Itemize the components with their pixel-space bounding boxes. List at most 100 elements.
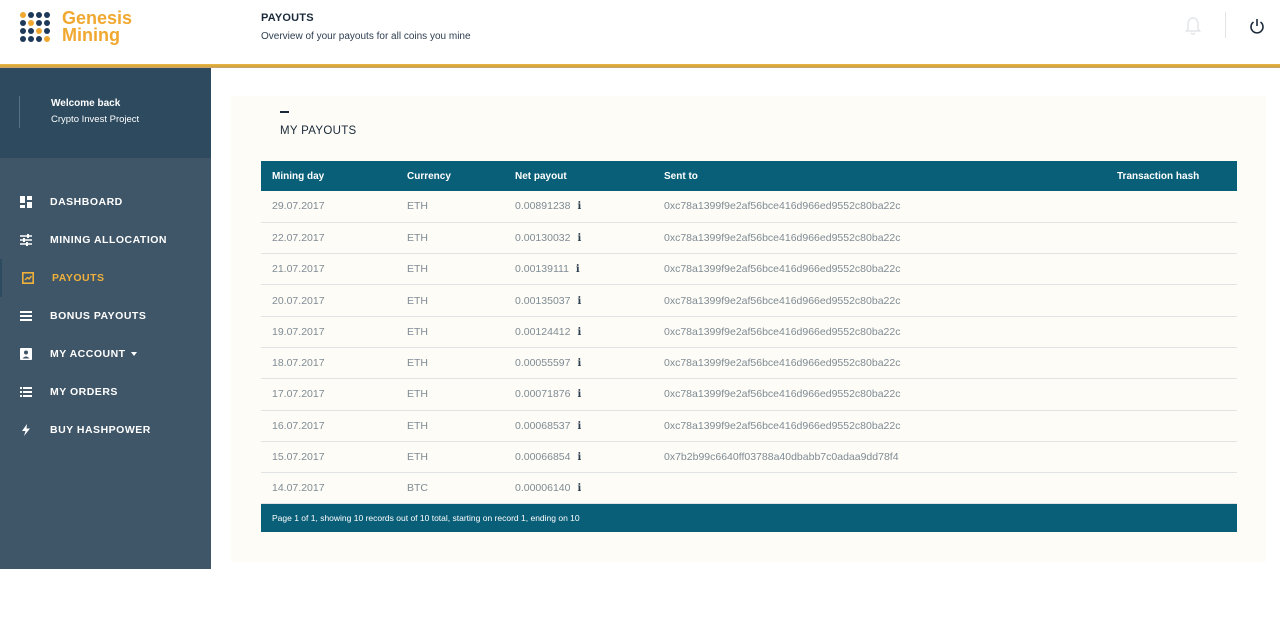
currency-cell: ETH xyxy=(396,253,504,286)
info-icon[interactable]: i xyxy=(576,264,580,275)
net-payout-cell-text: 0.00124412 xyxy=(515,325,571,338)
sliders-icon xyxy=(19,234,32,247)
power-icon[interactable] xyxy=(1249,17,1265,35)
net-payout-cell: 0.00068537 i xyxy=(504,410,653,442)
section-title: MY PAYOUTS xyxy=(280,125,357,137)
sidebar-item-label: MY ORDERS xyxy=(50,386,118,398)
currency-cell: ETH xyxy=(396,378,504,411)
info-icon[interactable]: i xyxy=(577,201,581,212)
column-header-currency[interactable]: Currency xyxy=(396,161,504,191)
genesis-mining-logo[interactable]: Genesis Mining xyxy=(20,9,132,45)
sent-to-cell: 0xc78a1399f9e2af56bce416d966ed9552c80ba2… xyxy=(653,347,1106,380)
table-header-row: Mining day Currency Net payout Sent to T… xyxy=(261,161,1237,191)
mining-day-cell: 16.07.2017 xyxy=(261,410,396,442)
page-subtitle: Overview of your payouts for all coins y… xyxy=(261,31,471,42)
sidebar-item-label: MINING ALLOCATION xyxy=(50,234,167,246)
sidebar-item-payouts[interactable]: PAYOUTS xyxy=(0,259,211,297)
table-row: 14.07.2017 BTC 0.00006140 i xyxy=(261,472,1237,505)
column-header-sent-to[interactable]: Sent to xyxy=(653,161,1106,191)
net-payout-cell: 0.00139111 i xyxy=(504,253,653,286)
info-icon[interactable]: i xyxy=(577,483,581,494)
mining-day-cell: 17.07.2017 xyxy=(261,378,396,411)
mining-day-cell-text: 14.07.2017 xyxy=(272,482,325,495)
mining-day-cell: 18.07.2017 xyxy=(261,347,396,380)
transaction-hash-cell xyxy=(1106,222,1237,255)
sidebar-item-my-orders[interactable]: MY ORDERS xyxy=(0,373,211,411)
page-heading: PAYOUTS Overview of your payouts for all… xyxy=(261,12,471,42)
mining-day-cell-text: 16.07.2017 xyxy=(272,419,325,432)
sidebar-item-my-account[interactable]: MY ACCOUNT xyxy=(0,335,211,373)
account-icon xyxy=(19,348,32,361)
currency-cell-text: ETH xyxy=(407,357,428,370)
table-row: 19.07.2017 ETH 0.00124412 i 0xc78a1399f9e2af… xyxy=(261,316,1237,348)
info-icon[interactable]: i xyxy=(577,421,581,432)
currency-cell: ETH xyxy=(396,441,504,474)
sent-to-cell-text: 0x7b2b99c6640ff03788a40dbabb7c0adaa9dd78… xyxy=(664,451,899,464)
net-payout-cell-text: 0.00130032 xyxy=(515,231,571,244)
currency-cell: ETH xyxy=(396,347,504,380)
info-icon[interactable]: i xyxy=(577,452,581,463)
payouts-table: Mining day Currency Net payout Sent to T… xyxy=(261,161,1237,505)
mining-day-cell: 15.07.2017 xyxy=(261,441,396,474)
page-title: PAYOUTS xyxy=(261,12,314,24)
info-icon[interactable]: i xyxy=(577,233,581,244)
payouts-icon xyxy=(21,272,34,285)
currency-cell-text: ETH xyxy=(407,419,428,432)
column-header-net-payout[interactable]: Net payout xyxy=(504,161,653,191)
table-row: 20.07.2017 ETH 0.00135037 i 0xc78a1399f9e2af… xyxy=(261,284,1237,317)
mining-day-cell-text: 22.07.2017 xyxy=(272,231,325,244)
net-payout-cell: 0.00124412 i xyxy=(504,316,653,348)
sent-to-cell-text: 0xc78a1399f9e2af56bce416d966ed9552c80ba2… xyxy=(664,388,901,401)
currency-cell-text: ETH xyxy=(407,200,428,213)
sidebar-item-buy-hashpower[interactable]: BUY HASHPOWER xyxy=(0,411,211,449)
sent-to-cell-text: 0xc78a1399f9e2af56bce416d966ed9552c80ba2… xyxy=(664,357,901,370)
net-payout-cell-text: 0.00891238 xyxy=(515,200,571,213)
sent-to-cell: 0xc78a1399f9e2af56bce416d966ed9552c80ba2… xyxy=(653,191,1106,223)
column-header-mining-day[interactable]: Mining day xyxy=(261,161,396,191)
list-icon xyxy=(19,310,32,323)
sidebar-item-mining-allocation[interactable]: MINING ALLOCATION xyxy=(0,221,211,259)
info-icon[interactable]: i xyxy=(577,358,581,369)
table-row: 15.07.2017 ETH 0.00066854 i 0x7b2b99c6640ff0… xyxy=(261,441,1237,474)
transaction-hash-cell xyxy=(1106,378,1237,411)
mining-day-cell-text: 15.07.2017 xyxy=(272,451,325,464)
net-payout-cell: 0.00891238 i xyxy=(504,191,653,223)
bell-icon[interactable] xyxy=(1185,16,1201,36)
column-header-transaction-hash[interactable]: Transaction hash xyxy=(1106,161,1237,191)
mining-day-cell-text: 19.07.2017 xyxy=(272,325,325,338)
currency-cell: ETH xyxy=(396,222,504,255)
net-payout-cell-text: 0.00006140 xyxy=(515,482,571,495)
sent-to-cell-text: 0xc78a1399f9e2af56bce416d966ed9552c80ba2… xyxy=(664,325,901,338)
currency-cell-text: ETH xyxy=(407,231,428,244)
sidebar-item-dashboard[interactable]: DASHBOARD xyxy=(0,183,211,221)
mining-day-cell: 14.07.2017 xyxy=(261,472,396,505)
net-payout-cell-text: 0.00055597 xyxy=(515,357,571,370)
sent-to-cell: 0xc78a1399f9e2af56bce416d966ed9552c80ba2… xyxy=(653,222,1106,255)
bolt-icon xyxy=(19,424,32,437)
sent-to-cell: 0xc78a1399f9e2af56bce416d966ed9552c80ba2… xyxy=(653,284,1106,317)
currency-cell: ETH xyxy=(396,191,504,223)
sidebar-item-bonus-payouts[interactable]: BONUS PAYOUTS xyxy=(0,297,211,335)
info-icon[interactable]: i xyxy=(577,296,581,307)
transaction-hash-cell xyxy=(1106,347,1237,380)
info-icon[interactable]: i xyxy=(577,327,581,338)
currency-cell-text: ETH xyxy=(407,451,428,464)
info-icon[interactable]: i xyxy=(577,389,581,400)
currency-cell-text: ETH xyxy=(407,263,428,276)
dashboard-icon xyxy=(19,196,32,209)
table-row: 29.07.2017 ETH 0.00891238 i 0xc78a1399f9e2af… xyxy=(261,191,1237,223)
sidebar-item-label: DASHBOARD xyxy=(50,196,123,208)
header-divider xyxy=(1225,12,1226,38)
sidebar-item-label: MY ACCOUNT xyxy=(50,348,137,360)
logo-dots-icon xyxy=(20,12,50,42)
mining-day-cell: 21.07.2017 xyxy=(261,253,396,286)
logo-line2: Mining xyxy=(62,25,120,45)
mining-day-cell: 19.07.2017 xyxy=(261,316,396,348)
sidebar-item-label: PAYOUTS xyxy=(52,272,105,284)
net-payout-cell: 0.00066854 i xyxy=(504,441,653,474)
currency-cell: ETH xyxy=(396,284,504,317)
sent-to-cell: 0xc78a1399f9e2af56bce416d966ed9552c80ba2… xyxy=(653,378,1106,411)
table-row: 21.07.2017 ETH 0.00139111 i 0xc78a1399f9e2af… xyxy=(261,253,1237,286)
sent-to-cell-text: 0xc78a1399f9e2af56bce416d966ed9552c80ba2… xyxy=(664,294,901,307)
sent-to-cell: 0x7b2b99c6640ff03788a40dbabb7c0adaa9dd78… xyxy=(653,441,1106,474)
